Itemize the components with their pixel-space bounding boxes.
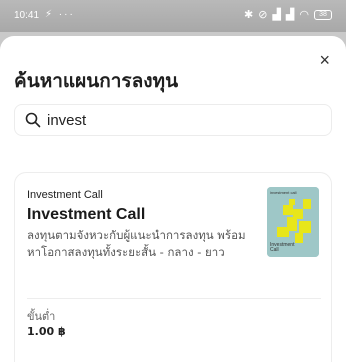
minimum-value: 1.00 ฿ xyxy=(27,325,66,338)
page-title: ค้นหาแผนการลงทุน xyxy=(14,70,179,92)
card-divider xyxy=(27,298,321,299)
search-icon xyxy=(25,112,41,128)
thumbnail-bottom-text: Investment Call xyxy=(270,242,295,253)
bluetooth-icon: ✱ xyxy=(244,9,254,21)
search-input[interactable] xyxy=(47,111,307,129)
result-eyebrow: Investment Call xyxy=(27,189,103,201)
signal-icon: ▟ xyxy=(285,9,295,21)
search-sheet: × ค้นหาแผนการลงทุน Investment Call Inves… xyxy=(0,36,346,362)
wifi-icon: ◠ xyxy=(299,9,309,21)
result-description: ลงทุนตามจังหวะกับผู้แนะนำการลงทุน พร้อมห… xyxy=(27,228,246,259)
notification-icons: ⚡ ··· xyxy=(45,9,75,20)
status-bar: 10:41 ⚡ ··· ✱ ⊘ ▟ ▟ ◠ 38 xyxy=(0,0,346,32)
thumbnail-top-text: investment call xyxy=(270,190,297,195)
status-right-icons: ✱ ⊘ ▟ ▟ ◠ 38 xyxy=(244,8,332,21)
search-box[interactable] xyxy=(14,104,332,136)
signal-icon: ▟ xyxy=(272,9,281,21)
result-name: Investment Call xyxy=(27,206,146,223)
mute-icon: ⊘ xyxy=(258,9,268,21)
minimum-label: ขั้นต่ำ xyxy=(27,310,56,323)
result-card[interactable]: Investment Call Investment Call ลงทุนตาม… xyxy=(14,172,332,362)
battery-icon: 38 xyxy=(314,9,332,20)
result-thumbnail: investment call Investment Call xyxy=(267,187,319,257)
close-icon[interactable]: × xyxy=(319,51,330,69)
status-time: 10:41 xyxy=(14,10,40,21)
